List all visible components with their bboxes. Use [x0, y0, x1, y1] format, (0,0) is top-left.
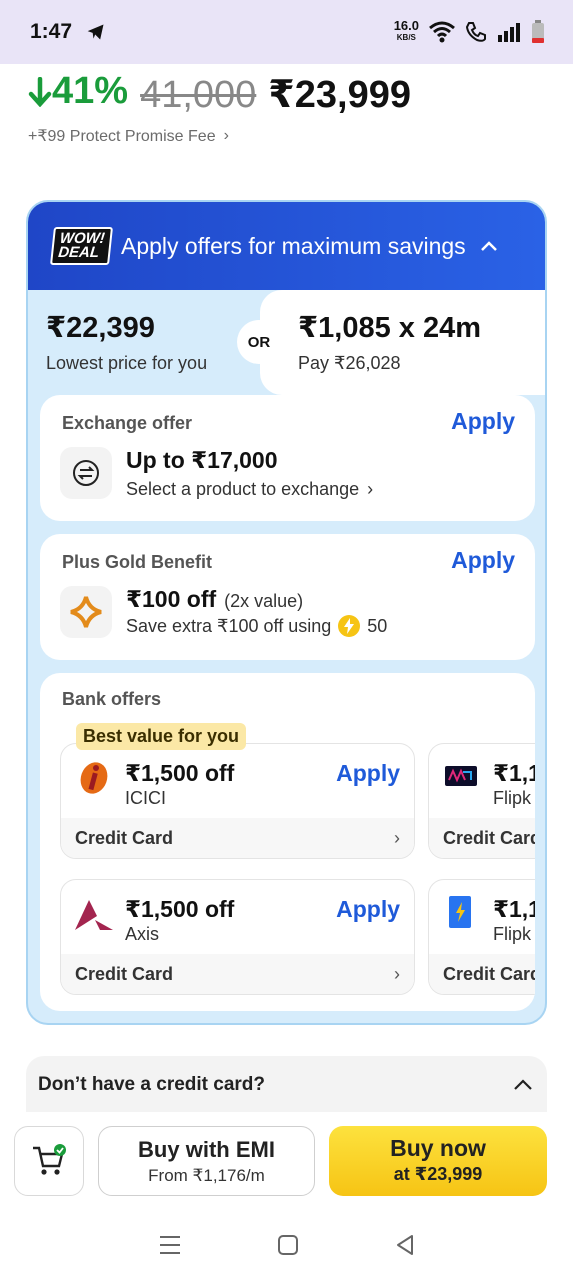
exchange-offer-card: Exchange offer Apply Up to ₹17,000 Selec…: [40, 395, 535, 521]
axis-logo-icon: [75, 900, 113, 930]
bank-name: Flipk: [493, 924, 532, 944]
chevron-right-icon: ›: [394, 827, 400, 848]
bank-offer-amount: ₹1,500 off: [125, 896, 235, 922]
status-bar: 1:47 16.0 KB/S: [0, 0, 573, 64]
call-icon: [465, 22, 486, 42]
buy-now-button[interactable]: Buy now at ₹23,999: [329, 1126, 547, 1196]
exchange-select-link[interactable]: Select a product to exchange ›: [126, 479, 373, 500]
tab-emi-price[interactable]: ₹1,085 x 24m Pay ₹26,028: [260, 290, 545, 395]
exchange-label: Exchange offer: [62, 413, 193, 433]
chevron-right-icon: ›: [367, 479, 374, 499]
flipkart-logo-icon: [449, 896, 471, 928]
card-type-row: Credit Card ›: [61, 818, 414, 858]
bank-name: Axis: [125, 924, 160, 944]
offers-header[interactable]: WOW! DEAL Apply offers for maximum saving…: [28, 202, 545, 290]
plus-gold-apply-button[interactable]: Apply: [451, 547, 515, 574]
final-price: ₹23,999: [268, 73, 411, 116]
menu-icon[interactable]: [158, 1234, 182, 1256]
plus-gold-amount-row: ₹100 off (2x value): [126, 586, 303, 613]
bank-name: Flipk: [493, 788, 532, 808]
home-icon[interactable]: [277, 1234, 299, 1256]
bank-offer-axis[interactable]: ₹1,500 off Axis Apply Credit Card ›: [60, 879, 415, 995]
bank-offer-amount: ₹1,1: [493, 896, 535, 922]
chevron-up-icon: [480, 241, 497, 251]
price-row: 41% 41,000 ₹23,999: [28, 70, 411, 117]
icici-logo-icon: [80, 762, 108, 794]
status-time: 1:47: [30, 20, 73, 43]
no-credit-card-section[interactable]: Don’t have a credit card?: [26, 1056, 547, 1114]
plus-gold-sub: Save extra ₹100 off using 50: [126, 614, 387, 638]
wifi-icon: [429, 21, 455, 43]
chevron-up-icon: [514, 1079, 532, 1090]
bottom-action-bar: Buy with EMI From ₹1,176/m Buy now at ₹2…: [0, 1112, 573, 1210]
plus-gold-value-note: (2x value): [224, 591, 304, 611]
tab-lowest-price[interactable]: ₹22,399 Lowest price for you: [28, 290, 260, 395]
plus-gold-label: Plus Gold Benefit: [62, 552, 213, 572]
buy-with-emi-button[interactable]: Buy with EMI From ₹1,176/m: [98, 1126, 315, 1196]
plus-gold-icon: [60, 586, 112, 638]
telegram-icon: [87, 24, 104, 40]
price-tabs: ₹22,399 Lowest price for you ₹1,085 x 24…: [28, 290, 545, 395]
system-nav-bar: [0, 1210, 573, 1280]
signal-icon: [498, 23, 520, 42]
card-type-row: Credit Card: [429, 818, 535, 858]
bank-offer-amount: ₹1,1: [493, 760, 535, 786]
icici-apply-button[interactable]: Apply: [336, 760, 400, 787]
chevron-right-icon: ›: [394, 963, 400, 984]
protect-fee-link[interactable]: +₹99 Protect Promise Fee ›: [28, 126, 229, 146]
card-type-row: Credit Card ›: [61, 954, 414, 994]
plus-gold-card: Plus Gold Benefit Apply ₹100 off (2x val…: [40, 534, 535, 660]
bank-offer-amount: ₹1,500 off: [125, 760, 235, 786]
discount: 41%: [28, 70, 128, 113]
chevron-right-icon: ›: [223, 127, 229, 144]
best-value-badge: Best value for you: [76, 723, 247, 750]
bank-offer-flipkart-1[interactable]: ₹1,1 Flipk Credit Card: [428, 743, 535, 859]
exchange-apply-button[interactable]: Apply: [451, 408, 515, 435]
or-badge: OR: [237, 320, 281, 364]
down-arrow-icon: [28, 76, 52, 107]
flipkart-card-logo-icon: [445, 766, 477, 786]
network-speed: 16.0 KB/S: [393, 18, 419, 42]
bank-offer-icici[interactable]: ₹1,500 off ICICI Apply Credit Card ›: [60, 743, 415, 859]
mrp-price: 41,000: [140, 73, 257, 116]
bank-offers-label: Bank offers: [62, 689, 162, 709]
back-icon[interactable]: [394, 1234, 416, 1256]
bank-offer-flipkart-2[interactable]: ₹1,1 Flipk Credit Card: [428, 879, 535, 995]
bank-name: ICICI: [125, 788, 167, 808]
axis-apply-button[interactable]: Apply: [336, 896, 400, 923]
plus-gold-amount: ₹100 off: [126, 586, 217, 612]
offers-panel: WOW! DEAL Apply offers for maximum saving…: [26, 200, 547, 1025]
exchange-amount: Up to ₹17,000: [126, 447, 278, 473]
cart-icon: [33, 1144, 66, 1175]
card-type-row: Credit Card: [429, 954, 535, 994]
wow-deal-badge: WOW! DEAL: [50, 227, 113, 265]
exchange-icon: [60, 447, 112, 499]
battery-icon: [532, 20, 544, 43]
coin-icon: [338, 615, 361, 637]
add-to-cart-button[interactable]: [14, 1126, 84, 1196]
offers-title: Apply offers for maximum savings: [120, 232, 466, 259]
